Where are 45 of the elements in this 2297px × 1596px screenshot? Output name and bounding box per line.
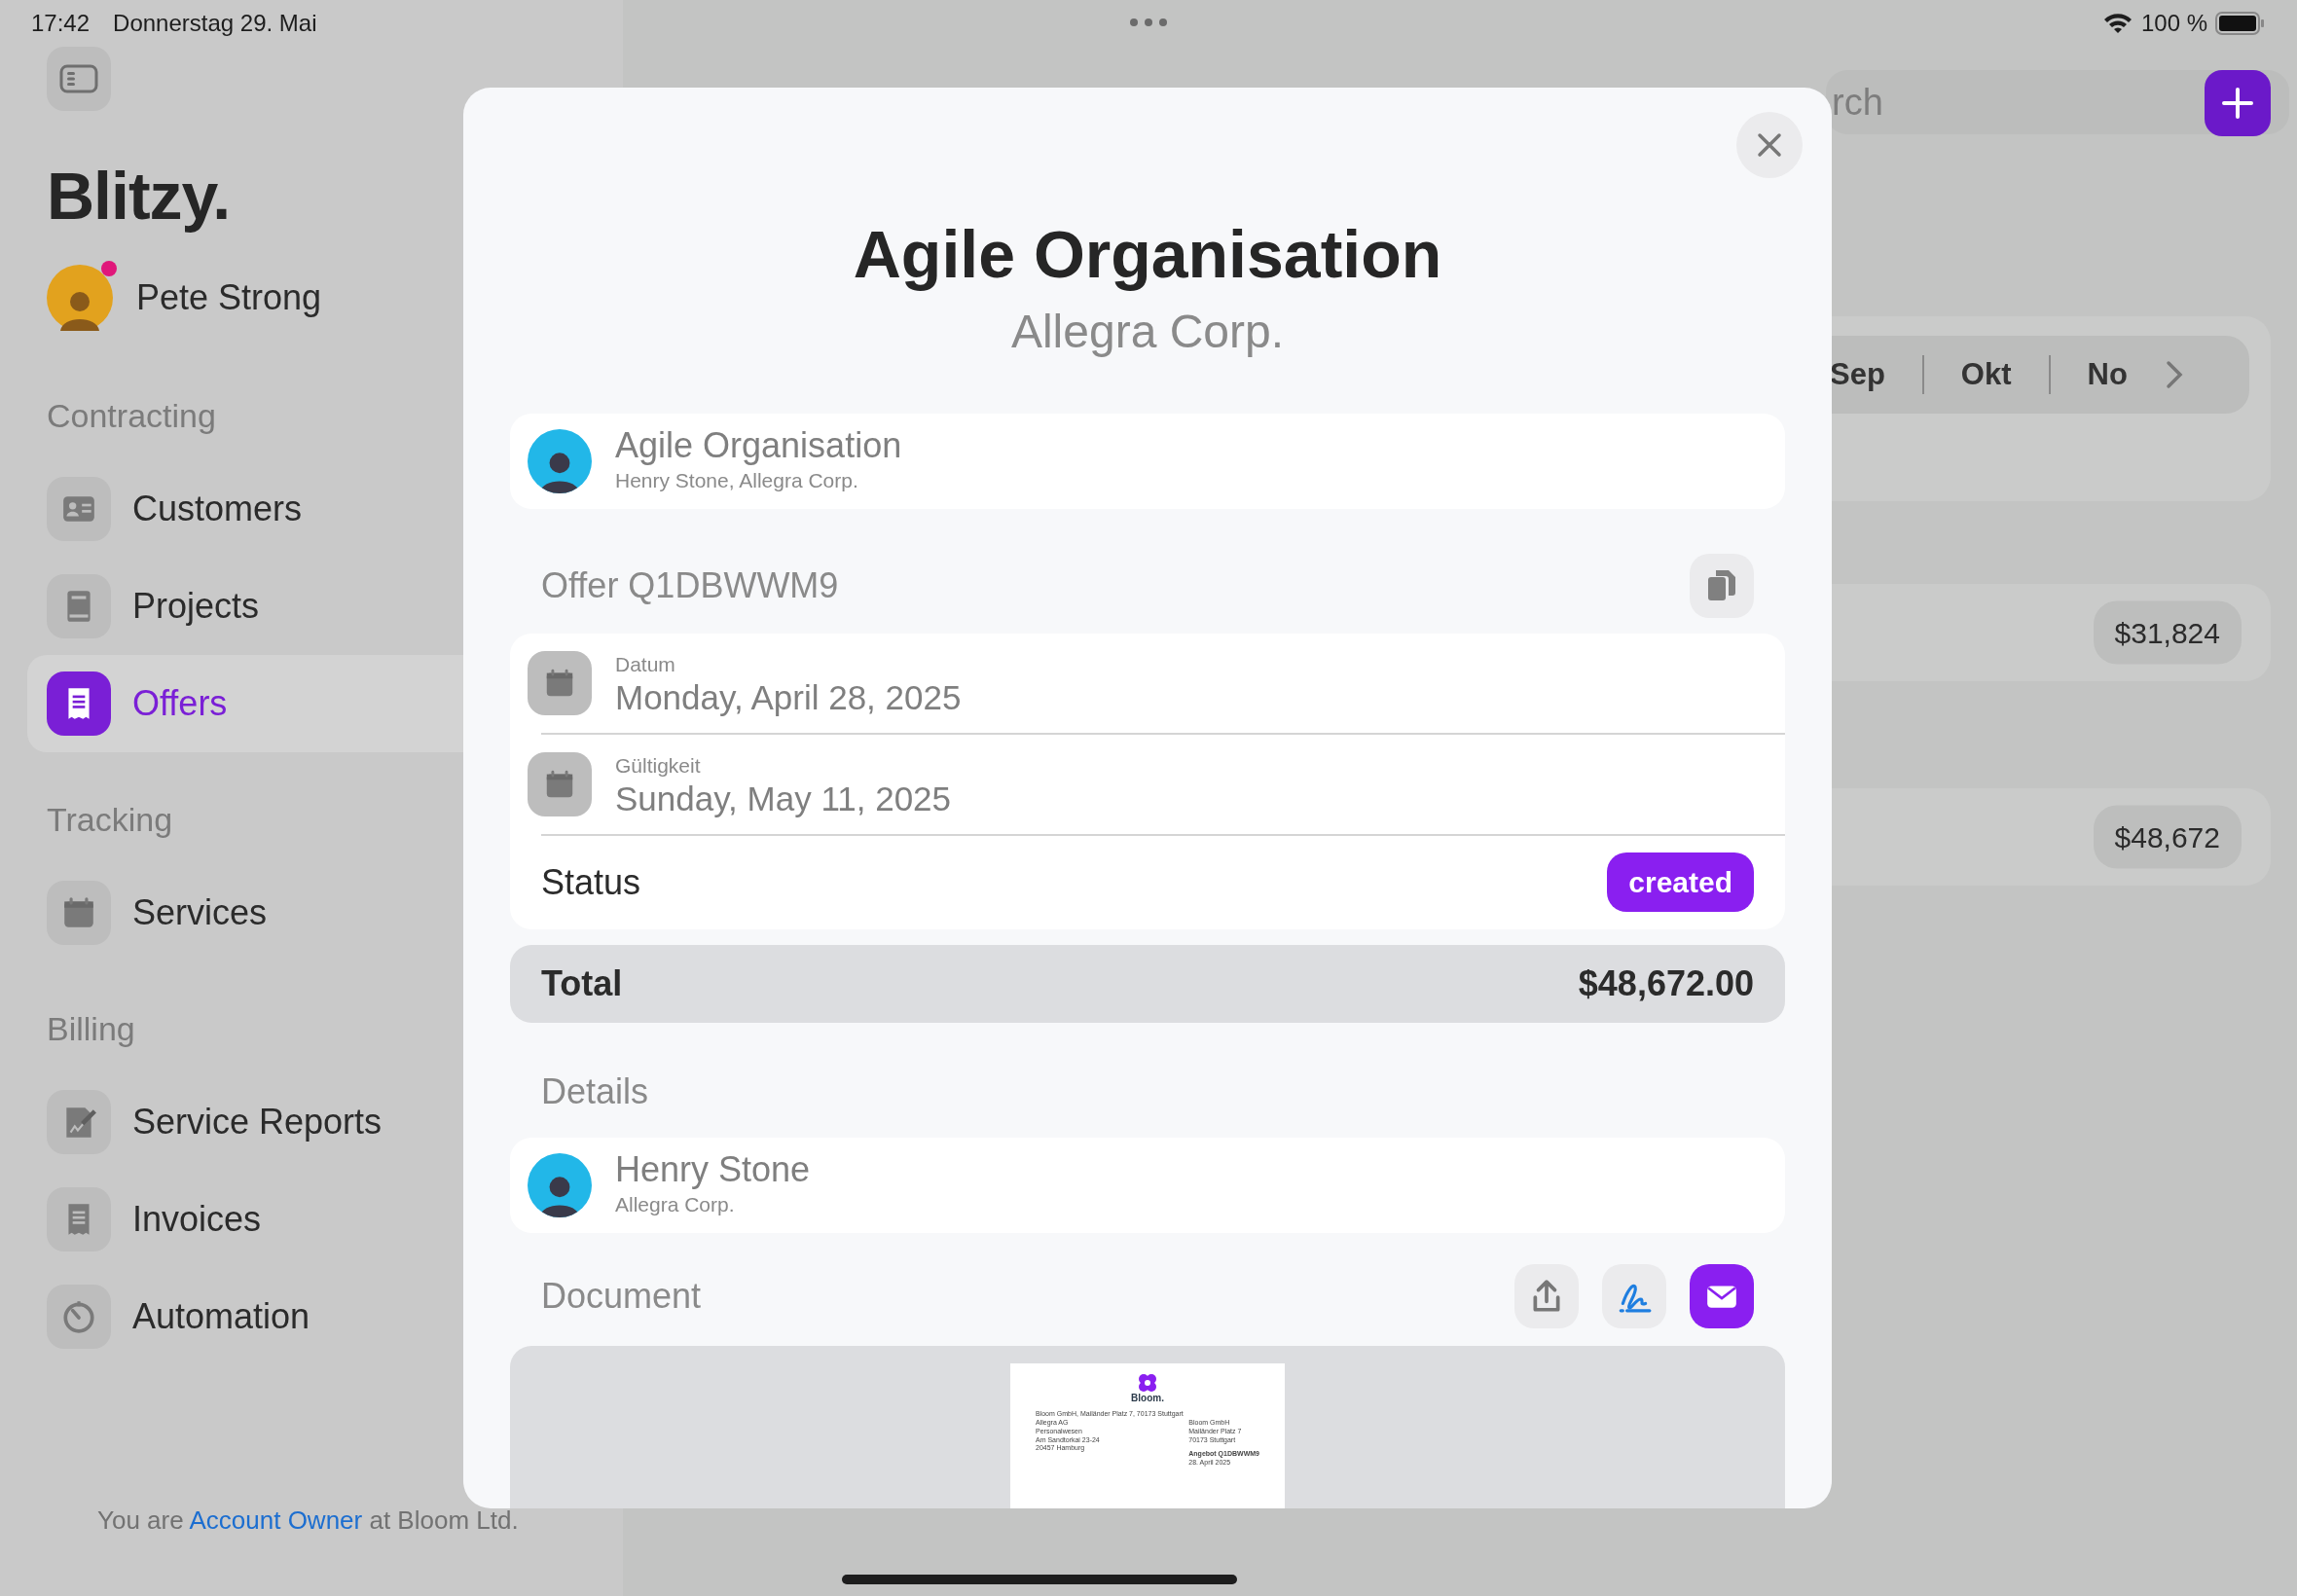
modal-title: Agile Organisation — [852, 218, 1443, 291]
chevron-right-icon — [2164, 360, 2184, 389]
amount-badge: $31,824 — [2093, 600, 2242, 665]
status-time: 17:42 — [31, 9, 91, 38]
total-amount: $48,672.00 — [1578, 961, 1754, 1005]
contact-name: Henry Stone — [615, 1150, 811, 1189]
status-label: Status — [541, 860, 641, 904]
add-button[interactable] — [2205, 70, 2271, 136]
contact-card[interactable]: Henry Stone Allegra Corp. — [510, 1137, 1785, 1233]
sign-button[interactable] — [1602, 1263, 1666, 1328]
share-button[interactable] — [1514, 1263, 1579, 1328]
email-button[interactable] — [1690, 1263, 1754, 1328]
modal-subtitle: Allegra Corp. — [1009, 304, 1286, 359]
sidebar-icon — [59, 64, 98, 93]
plus-icon — [2221, 87, 2254, 120]
copy-button[interactable] — [1690, 553, 1754, 618]
document-logo-text: Bloom. — [1131, 1392, 1164, 1405]
date-value[interactable]: Sunday, May 11, 2025 — [615, 780, 952, 818]
section-heading: Billing — [47, 1009, 135, 1049]
close-icon — [1757, 132, 1782, 158]
offer-number: Offer Q1DBWWM9 — [540, 563, 839, 607]
project-card[interactable]: Agile Organisation Henry Stone, Allegra Corp. — [510, 413, 1785, 509]
role-note: You are Account Owner at Bloom Ltd. — [97, 1505, 520, 1537]
section-heading: Document — [540, 1274, 702, 1318]
timer-icon — [60, 1298, 97, 1335]
field-label: Gültigkeit — [615, 752, 702, 779]
battery-level: 100 % — [2140, 9, 2207, 38]
amount-badge: $48,672 — [2093, 805, 2242, 869]
app-title: Blitzy. — [47, 158, 232, 235]
project-title: Agile Organisation — [615, 426, 902, 465]
contact-company: Allegra Corp. — [615, 1191, 736, 1217]
user-name: Pete Strong — [136, 276, 322, 319]
more-dots-icon — [1129, 18, 1168, 27]
section-heading: Contracting — [47, 396, 216, 436]
section-heading: Tracking — [47, 800, 173, 840]
status-badge: created — [1607, 852, 1754, 913]
battery-icon — [2215, 12, 2266, 35]
section-heading: Details — [540, 1070, 650, 1113]
flower-logo-icon — [1138, 1372, 1157, 1393]
project-contact: Henry Stone, Allegra Corp. — [615, 467, 859, 493]
sidebar-toggle-button[interactable] — [47, 47, 111, 111]
status-date: Donnerstag 29. Mai — [113, 9, 317, 38]
total-label: Total — [541, 961, 623, 1005]
month-tab[interactable]: No — [2048, 355, 2165, 394]
month-tab[interactable]: Okt — [1921, 355, 2049, 394]
